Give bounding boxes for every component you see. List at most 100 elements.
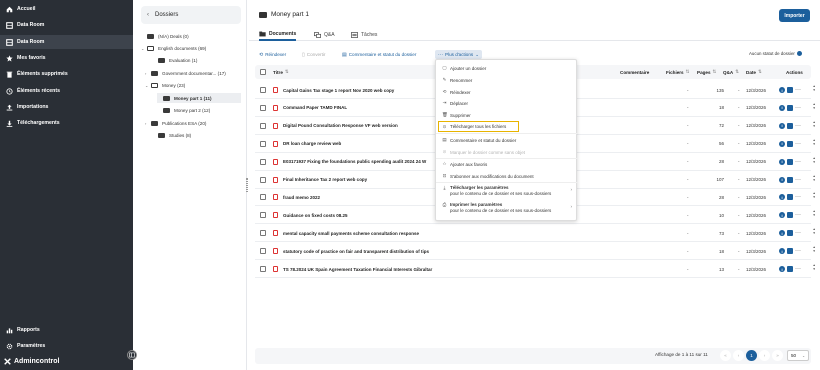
document-title[interactable]: Capital Gains Tax stage 1 report Nov 202… [273, 81, 394, 99]
print-icon[interactable] [787, 87, 793, 93]
tree-item-money-part-2[interactable]: Money part 2 (12) [157, 105, 210, 115]
more-options-icon[interactable]: ··· [795, 177, 801, 183]
folder-status[interactable]: Aucun statut de dossier [749, 51, 802, 56]
tree-item-studies[interactable]: Studies (8) [152, 130, 191, 140]
row-checkbox[interactable] [260, 81, 266, 99]
folders-header[interactable]: ‹ Dossiers [141, 6, 241, 24]
table-row[interactable]: TS 78.2024 UK Spain Agreement Taxation F… [255, 260, 815, 278]
menu-delete[interactable]: 🗑 Supprimer [436, 109, 578, 121]
info-icon[interactable]: i [779, 176, 785, 183]
menu-subscribe[interactable]: ⊡ S'abonner aux modifications du document [436, 170, 578, 182]
table-row[interactable]: statutory code of practice on fair and t… [255, 242, 815, 261]
row-reorder-icon[interactable]: ▴ ▾ [813, 174, 815, 182]
info-icon[interactable]: i [779, 248, 785, 255]
row-reorder-icon[interactable]: ▴ ▾ [813, 138, 815, 146]
more-actions-button[interactable]: ··· Plus d'actions ⌄ [435, 50, 483, 59]
tab-tasks[interactable]: Tâches [351, 28, 377, 41]
more-options-icon[interactable]: ··· [795, 105, 801, 111]
row-checkbox[interactable] [260, 153, 266, 171]
column-comment[interactable]: Commentaire [620, 65, 649, 79]
more-options-icon[interactable]: ··· [795, 159, 801, 165]
tree-item-english-documents[interactable]: ⌄ English documents (69) [141, 43, 206, 53]
row-reorder-icon[interactable]: ▴ ▾ [813, 156, 815, 164]
reindex-button[interactable]: ⟲ Réindexer [259, 50, 286, 59]
document-title[interactable]: Command Paper TAMD FINAL [273, 99, 347, 117]
table-row[interactable]: mental capacity small payments scheme co… [255, 224, 815, 243]
info-icon[interactable]: i [779, 230, 785, 237]
column-pages[interactable]: Pages ⇅ [697, 65, 716, 79]
nav-item-imports[interactable]: Importations [0, 100, 133, 114]
document-title[interactable]: TS 78.2024 UK Spain Agreement Taxation F… [273, 260, 432, 278]
menu-add-favorites[interactable]: ☆ Ajouter aux favoris [436, 158, 578, 170]
page-number-button[interactable]: 1 [746, 350, 757, 361]
column-date[interactable]: Date ⇅ [746, 65, 762, 79]
menu-download-settings[interactable]: ⤓ Télécharger les paramètres pour le cont… [436, 183, 578, 200]
document-title[interactable]: Final Inheritance Tax 2 report web copy [273, 171, 367, 189]
tree-item-money-part-1[interactable]: Money part 1 (11) [157, 93, 241, 103]
nav-item-settings[interactable]: Paramètres [0, 339, 133, 353]
more-options-icon[interactable]: ··· [795, 266, 801, 272]
print-icon[interactable] [787, 248, 793, 255]
row-checkbox[interactable] [260, 206, 266, 224]
sidebar-collapse-button[interactable] [127, 350, 137, 360]
info-icon[interactable]: i [779, 104, 785, 111]
menu-mark-not-applicable[interactable]: ⊘ Marquer le dossier comme sans objet [436, 146, 578, 158]
prev-page-button[interactable]: ‹ [733, 350, 744, 361]
row-checkbox[interactable] [260, 135, 266, 153]
tree-item-money[interactable]: ⌄ Money (23) [145, 80, 185, 90]
row-reorder-icon[interactable]: ▴ ▾ [813, 191, 815, 199]
row-reorder-icon[interactable]: ▴ ▾ [813, 84, 815, 92]
row-reorder-icon[interactable]: ▴ ▾ [813, 120, 815, 128]
more-options-icon[interactable]: ··· [795, 212, 801, 218]
row-checkbox[interactable] [260, 242, 266, 260]
comment-status-button[interactable]: ▤ Commentaire et statut du dossier [342, 50, 416, 59]
row-checkbox[interactable] [260, 224, 266, 242]
tree-item-deals[interactable]: (N/A) Deals (0) [141, 31, 189, 41]
document-title[interactable]: E03171937 Fixing the foundations public … [273, 153, 426, 171]
import-button[interactable]: Importer [779, 9, 810, 22]
more-options-icon[interactable]: ··· [795, 123, 801, 129]
row-checkbox[interactable] [260, 171, 266, 189]
nav-item-recent[interactable]: Éléments récents [0, 84, 133, 98]
menu-comment-status[interactable]: ▤ Commentaire et statut du dossier [436, 134, 578, 146]
next-page-button[interactable]: › [759, 350, 770, 361]
document-title[interactable]: Guidance on fixed costs 08.25 [273, 206, 348, 224]
row-checkbox[interactable] [260, 117, 266, 135]
document-title[interactable]: Digital Pound Consultation Response VF w… [273, 117, 398, 135]
nav-item-home[interactable]: Accueil [0, 2, 133, 16]
menu-rename[interactable]: ✎ Renommer [436, 74, 578, 86]
document-title[interactable]: statutory code of practice on fair and t… [273, 242, 429, 260]
nav-item-data-room-active[interactable]: Data Room [0, 35, 133, 49]
print-icon[interactable] [787, 104, 793, 111]
more-options-icon[interactable]: ··· [795, 87, 801, 93]
chevron-left-icon[interactable]: ‹ [147, 12, 149, 18]
row-reorder-icon[interactable]: ▴ ▾ [813, 245, 815, 253]
last-page-button[interactable]: » [772, 350, 783, 361]
document-title[interactable]: mental capacity small payments scheme co… [273, 224, 419, 242]
print-icon[interactable] [787, 212, 793, 219]
per-page-select[interactable]: 50 ⌄ [787, 350, 809, 361]
nav-item-reports[interactable]: Rapports [0, 323, 133, 337]
nav-item-downloads[interactable]: Téléchargements [0, 116, 133, 130]
row-reorder-icon[interactable]: ▴ ▾ [813, 263, 815, 271]
print-icon[interactable] [787, 194, 793, 201]
tree-item-publications[interactable]: › Publications ESA (20) [145, 118, 206, 128]
row-reorder-icon[interactable]: ▴ ▾ [813, 102, 815, 110]
tab-qa[interactable]: Q&A [314, 28, 335, 41]
menu-print-settings[interactable]: ⎙ Imprimer les paramètres pour le contenu… [436, 200, 578, 217]
row-checkbox[interactable] [260, 260, 266, 278]
select-all-checkbox[interactable] [260, 65, 266, 79]
info-icon[interactable]: i [779, 122, 785, 129]
print-icon[interactable] [787, 266, 793, 272]
column-qa[interactable]: Q&A ⇅ [723, 65, 739, 79]
nav-item-deleted[interactable]: Éléments supprimés [0, 67, 133, 81]
document-title[interactable]: DR loan charge review web [273, 135, 341, 153]
menu-move[interactable]: ⇥ Déplacer [436, 97, 578, 109]
menu-add-folder[interactable]: ▢ Ajouter un dossier [436, 62, 578, 74]
convert-button[interactable]: ▯ Convertir [302, 50, 325, 59]
first-page-button[interactable]: « [720, 350, 731, 361]
row-reorder-icon[interactable]: ▴ ▾ [813, 209, 815, 217]
more-options-icon[interactable]: ··· [795, 141, 801, 147]
more-options-icon[interactable]: ··· [795, 230, 801, 236]
column-files[interactable]: Fichiers ⇅ [666, 65, 689, 79]
